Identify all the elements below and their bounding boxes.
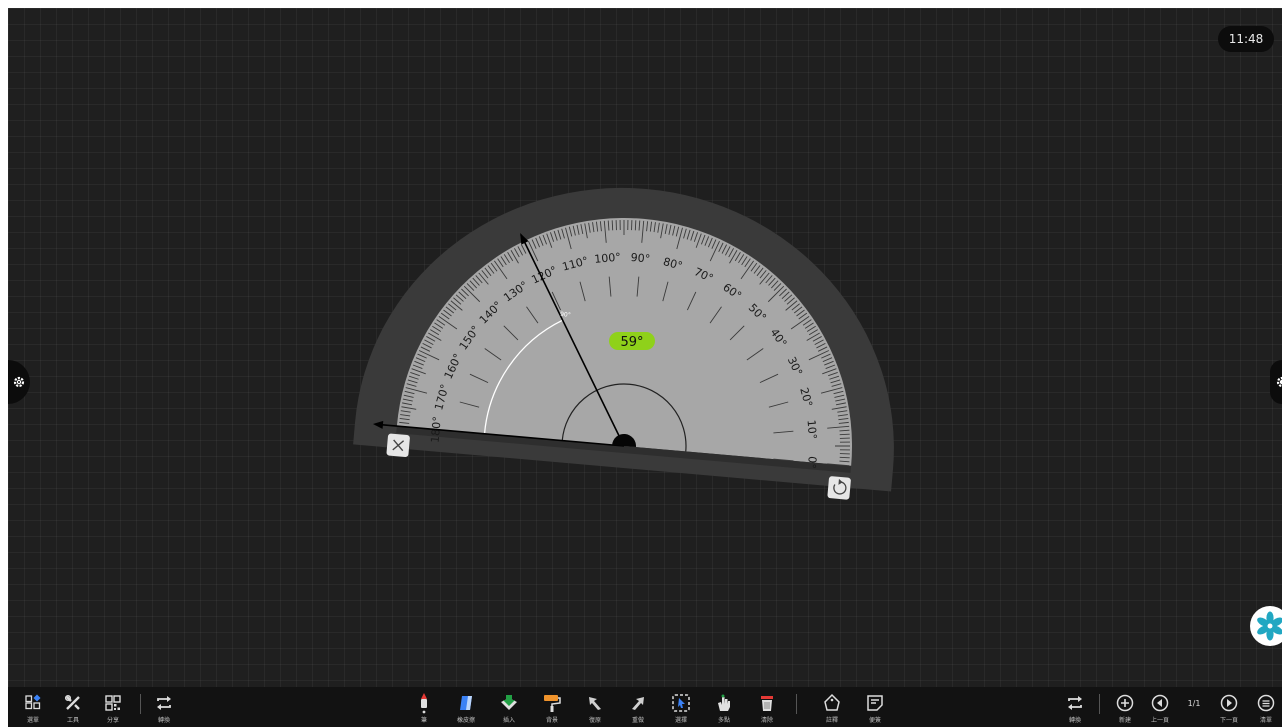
switch-left-button[interactable]: 轉換 bbox=[144, 687, 184, 727]
prev-circle-icon bbox=[1151, 694, 1169, 712]
tag-icon bbox=[824, 693, 840, 711]
qr-code-icon bbox=[105, 695, 121, 711]
reset-protractor-button[interactable] bbox=[827, 476, 851, 500]
close-protractor-button[interactable] bbox=[386, 433, 410, 457]
undo-button[interactable]: 復原 bbox=[575, 687, 615, 727]
insert-icon bbox=[501, 695, 517, 710]
page-list-button[interactable]: 清單 bbox=[1246, 687, 1282, 727]
protractor-tick-label: 10° bbox=[804, 419, 819, 440]
protractor-tick-label: 90° bbox=[630, 251, 651, 266]
switch-right-label: 轉換 bbox=[1068, 717, 1081, 724]
insert-button[interactable]: 插入 bbox=[489, 687, 529, 727]
trash-icon bbox=[761, 696, 773, 711]
tools-label: 工具 bbox=[66, 717, 79, 724]
tools-button[interactable]: 工具 bbox=[53, 687, 93, 727]
right-settings-handle[interactable] bbox=[1270, 360, 1282, 404]
multi-touch-icon bbox=[718, 694, 730, 711]
toolbar-divider bbox=[796, 694, 797, 714]
prev-page-label: 上一頁 bbox=[1150, 717, 1169, 724]
tools-icon bbox=[64, 694, 80, 710]
select-icon bbox=[672, 694, 690, 712]
gear-icon bbox=[13, 376, 25, 388]
angle-badge: 59° bbox=[609, 332, 655, 350]
paint-roller-icon bbox=[544, 695, 561, 712]
angle-badge-value: 59° bbox=[620, 335, 643, 350]
annotate-button[interactable]: 註釋 bbox=[812, 687, 852, 727]
menu-label: 選單 bbox=[26, 717, 39, 724]
menu-button[interactable]: 選單 bbox=[13, 687, 53, 727]
page-list-label: 清單 bbox=[1259, 717, 1272, 724]
pen-button[interactable]: 筆 bbox=[404, 687, 444, 727]
clock: 11:48 bbox=[1218, 26, 1274, 52]
eraser-label: 橡皮擦 bbox=[456, 717, 475, 724]
pen-label: 筆 bbox=[420, 717, 427, 724]
protractor-tick-label: 0° bbox=[805, 456, 819, 470]
whiteboard-canvas[interactable]: 0° 10° 20° 30° 40° 50° 60° 70° 80° 90° 100° 110° 120… bbox=[8, 8, 1282, 727]
protractor-tick-label: 100° bbox=[594, 251, 622, 266]
select-button[interactable]: 選擇 bbox=[661, 687, 701, 727]
undo-arrow-icon bbox=[589, 697, 601, 710]
insert-label: 插入 bbox=[502, 717, 515, 724]
apps-icon bbox=[25, 694, 41, 710]
toolbar-divider bbox=[1099, 694, 1100, 714]
redo-label: 重做 bbox=[631, 717, 644, 724]
multi-touch-label: 多點 bbox=[717, 717, 730, 724]
new-page-label: 新建 bbox=[1118, 717, 1131, 724]
new-page-button[interactable]: 新建 bbox=[1105, 687, 1145, 727]
redo-button[interactable]: 重做 bbox=[618, 687, 658, 727]
bottom-toolbar: 選單 工具 分享 轉換 筆 橡皮擦 插入 背景 復原 重做 選擇 多點 清除 註… bbox=[8, 687, 1282, 727]
annotate-label: 註釋 bbox=[825, 717, 838, 724]
floating-menu-button[interactable] bbox=[1250, 606, 1282, 646]
undo-label: 復原 bbox=[588, 717, 601, 724]
pen-icon bbox=[421, 693, 427, 714]
note-icon bbox=[867, 695, 883, 711]
plus-circle-icon bbox=[1116, 694, 1134, 712]
clear-label: 清除 bbox=[760, 717, 773, 724]
next-page-button[interactable]: 下一頁 bbox=[1209, 687, 1249, 727]
switch-right-button[interactable]: 轉換 bbox=[1055, 687, 1095, 727]
swap-icon bbox=[1068, 696, 1082, 710]
clear-button[interactable]: 清除 bbox=[747, 687, 787, 727]
toolbar-divider bbox=[140, 694, 141, 714]
sticky-note-label: 便簽 bbox=[868, 717, 881, 724]
prev-page-button[interactable]: 上一頁 bbox=[1140, 687, 1180, 727]
eraser-button[interactable]: 橡皮擦 bbox=[446, 687, 486, 727]
pinwheel-icon bbox=[1257, 611, 1282, 641]
page-indicator: 1/1 bbox=[1187, 699, 1201, 708]
switch-left-label: 轉換 bbox=[157, 717, 170, 724]
gear-icon bbox=[1276, 376, 1282, 388]
next-page-label: 下一頁 bbox=[1219, 717, 1238, 724]
select-label: 選擇 bbox=[674, 717, 687, 724]
sticky-note-button[interactable]: 便簽 bbox=[855, 687, 895, 727]
eraser-icon bbox=[460, 696, 472, 710]
protractor[interactable]: 0°10°20°30°40°50°60°70°80°90°100°110°120… bbox=[8, 8, 1282, 727]
share-button[interactable]: 分享 bbox=[93, 687, 133, 727]
swap-icon bbox=[157, 696, 171, 710]
arc-marker-label: 90° bbox=[560, 311, 571, 319]
background-button[interactable]: 背景 bbox=[532, 687, 572, 727]
share-label: 分享 bbox=[106, 717, 119, 724]
background-label: 背景 bbox=[545, 717, 558, 724]
list-circle-icon bbox=[1257, 694, 1275, 712]
redo-arrow-icon bbox=[632, 697, 644, 710]
next-circle-icon bbox=[1220, 694, 1238, 712]
multi-touch-button[interactable]: 多點 bbox=[704, 687, 744, 727]
